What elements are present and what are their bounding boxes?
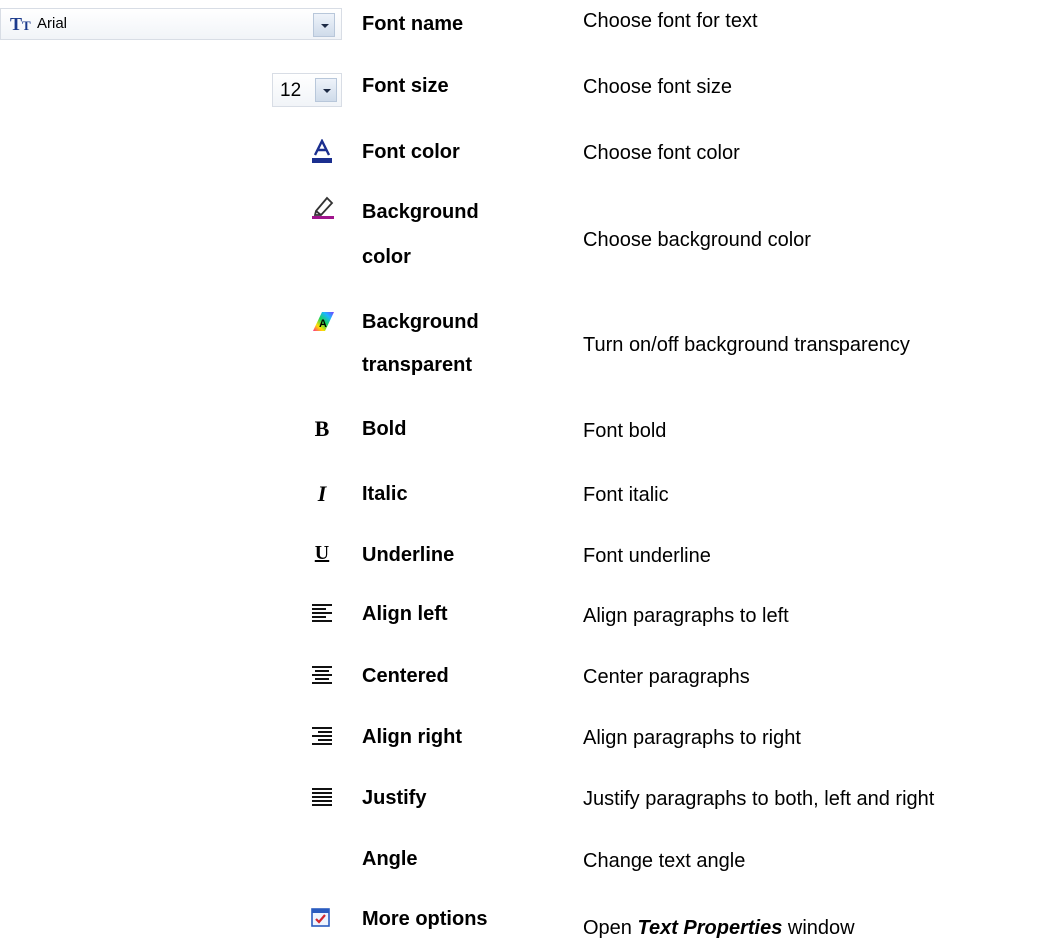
- desc-font-name: Choose font for text: [583, 10, 758, 32]
- font-name-combobox[interactable]: TT Arial: [0, 8, 342, 40]
- label-bold: Bold: [362, 418, 407, 440]
- italic-icon[interactable]: I: [310, 482, 334, 506]
- label-font-size: Font size: [362, 75, 449, 97]
- font-size-combobox[interactable]: 12: [272, 73, 342, 107]
- desc-more-options: Open Text Properties window: [583, 917, 855, 940]
- desc-font-color: Choose font color: [583, 142, 740, 164]
- svg-text:A: A: [319, 318, 327, 330]
- desc-underline: Font underline: [583, 545, 711, 567]
- font-tt-icon: TT: [10, 14, 31, 34]
- desc-more-options-pre: Open: [583, 917, 638, 939]
- label-background-color-line1: Background: [362, 201, 479, 223]
- text-properties-emphasis: Text Properties: [637, 917, 783, 939]
- label-italic: Italic: [362, 483, 408, 505]
- label-font-name: Font name: [362, 13, 464, 35]
- desc-angle: Change text angle: [583, 850, 746, 872]
- label-more-options: More options: [362, 908, 488, 930]
- label-background-color-line2: color: [362, 246, 411, 268]
- font-color-icon[interactable]: [310, 139, 334, 163]
- transparent-bg-icon[interactable]: A: [310, 309, 334, 333]
- label-background-transparent-line1: Background: [362, 311, 479, 333]
- desc-align-right: Align paragraphs to right: [583, 727, 801, 749]
- chevron-down-icon[interactable]: [313, 13, 335, 37]
- font-size-value: 12: [280, 80, 302, 101]
- desc-background-transparent: Turn on/off background transparency: [583, 334, 910, 356]
- highlighter-icon[interactable]: [310, 194, 334, 219]
- align-center-icon[interactable]: [310, 664, 334, 688]
- underline-icon[interactable]: U: [310, 541, 334, 565]
- desc-font-size: Choose font size: [583, 76, 732, 98]
- label-align-right: Align right: [362, 726, 462, 748]
- desc-centered: Center paragraphs: [583, 666, 750, 688]
- align-right-icon[interactable]: [310, 725, 334, 749]
- more-options-icon[interactable]: [310, 906, 334, 930]
- label-font-color: Font color: [362, 141, 460, 163]
- align-left-icon[interactable]: [310, 602, 334, 626]
- desc-italic: Font italic: [583, 484, 669, 506]
- bold-icon[interactable]: B: [310, 417, 334, 441]
- label-underline: Underline: [362, 544, 455, 566]
- label-align-left: Align left: [362, 603, 448, 625]
- label-angle: Angle: [362, 848, 418, 870]
- desc-justify: Justify paragraphs to both, left and rig…: [583, 788, 935, 810]
- justify-icon[interactable]: [310, 786, 334, 810]
- desc-background-color: Choose background color: [583, 229, 811, 251]
- desc-align-left: Align paragraphs to left: [583, 605, 789, 627]
- label-background-transparent-line2: transparent: [362, 354, 473, 376]
- desc-more-options-post: window: [782, 917, 855, 939]
- chevron-down-icon[interactable]: [315, 78, 337, 102]
- desc-bold: Font bold: [583, 420, 667, 442]
- label-justify: Justify: [362, 787, 427, 809]
- label-centered: Centered: [362, 665, 449, 687]
- font-name-value: Arial: [37, 15, 68, 32]
